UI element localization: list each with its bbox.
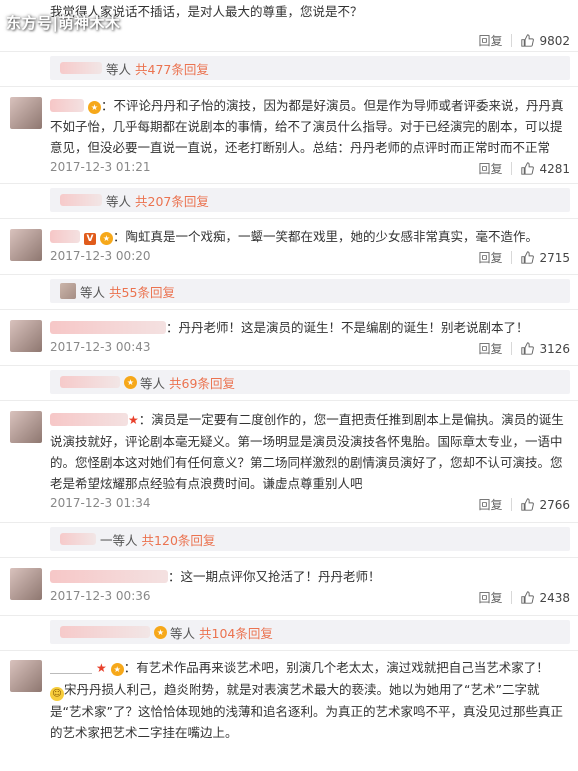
divider — [511, 591, 513, 604]
medal-icon: ★ — [154, 625, 167, 639]
like-count: 2766 — [539, 497, 570, 512]
divider — [511, 251, 513, 264]
blurred-username[interactable] — [50, 99, 84, 112]
thumbs-up-icon — [521, 342, 535, 355]
avatar[interactable] — [10, 660, 42, 692]
medal-icon: ★ — [87, 101, 101, 114]
avatar[interactable] — [10, 568, 42, 600]
thumbs-up-icon — [521, 34, 535, 47]
avatar[interactable] — [10, 320, 42, 352]
like-count: 9802 — [539, 33, 570, 48]
view-replies-link[interactable]: 共55条回复 — [109, 282, 175, 301]
like-count: 4281 — [539, 161, 570, 176]
comment-item: ：这一期点评你又抢活了！丹丹老师！ 2017-12-3 00:36 回复 243… — [0, 558, 578, 616]
comment-text: 丹丹老师！这是演员的诞生！不是编剧的诞生！别老说剧本了！ — [178, 320, 529, 335]
subreply-summary[interactable]: 等人 共207条回复 — [50, 188, 570, 212]
comment-time: 2017-12-3 00:20 — [50, 249, 151, 263]
comment-time: 2017-12-3 01:34 — [50, 496, 151, 510]
subreply-summary[interactable]: ★ 等人 共104条回复 — [50, 620, 570, 644]
medal-icon: ★ — [124, 375, 137, 389]
blurred-username — [60, 533, 96, 545]
blurred-username[interactable] — [50, 661, 92, 674]
comment-item: ：丹丹老师！这是演员的诞生！不是编剧的诞生！别老说剧本了！ 2017-12-3 … — [0, 310, 578, 366]
divider — [511, 342, 513, 355]
comment-item: V ★ ：陶虹真是一个戏痴，一颦一笑都在戏里，她的少女感非常真实，毫不造作。 20… — [0, 219, 578, 275]
star-icon: ★ — [95, 661, 107, 675]
comment-time: 2017-12-3 00:36 — [50, 589, 151, 603]
reply-button[interactable]: 回复 — [478, 589, 502, 606]
reply-button[interactable]: 回复 — [478, 496, 502, 513]
thumbs-up-icon — [521, 498, 535, 511]
view-replies-link[interactable]: 共477条回复 — [135, 59, 209, 78]
divider — [511, 498, 513, 511]
like-button[interactable]: 4281 — [521, 162, 570, 176]
thumbs-up-icon — [521, 162, 535, 175]
blurred-username[interactable] — [50, 413, 128, 426]
reply-button[interactable]: 回复 — [478, 249, 502, 266]
watermark: 东方号|萌神木木 — [6, 14, 121, 32]
comment-item: ★ ★ ：有艺术作品再来谈艺术吧，别演几个老太太，演过戏就把自己当艺术家了！ ☺ 宋… — [0, 651, 578, 761]
like-count: 2715 — [539, 250, 570, 265]
comment-text: 这一期点评你又抢活了！丹丹老师！ — [180, 569, 381, 584]
emoji-icon: ☺ — [50, 687, 64, 701]
comment-text: 陶虹真是一个戏痴，一颦一笑都在戏里，她的少女感非常真实，毫不造作。 — [125, 229, 538, 244]
comment-time: 2017-12-3 01:21 — [50, 160, 151, 174]
subreply-summary[interactable]: 等人 共55条回复 — [50, 279, 570, 303]
subreply-summary[interactable]: 一等人 共120条回复 — [50, 527, 570, 551]
comment-text: 宋丹丹损人利己，趋炎附势，就是对表演艺术最大的亵渎。她以为她用了“艺术”二字就是… — [50, 682, 563, 740]
comment-item: ★ ：不评论丹丹和子怡的演技，因为都是好演员。但是作为导师或者评委来说，丹丹真不如… — [0, 87, 578, 184]
star-icon: ★ — [128, 413, 139, 427]
blurred-username — [60, 626, 150, 638]
blurred-username[interactable] — [50, 230, 80, 243]
blurred-username[interactable] — [50, 321, 166, 334]
reply-button[interactable]: 回复 — [478, 340, 502, 357]
subreply-summary[interactable]: ★ 等人 共69条回复 — [50, 370, 570, 394]
like-button[interactable]: 2715 — [521, 251, 570, 265]
avatar[interactable] — [10, 229, 42, 261]
comment-text: 有艺术作品再来谈艺术吧，别演几个老太太，演过戏就把自己当艺术家了！ — [136, 660, 549, 675]
blurred-username — [60, 376, 120, 388]
subreply-summary[interactable]: 等人 共477条回复 — [50, 56, 570, 80]
thumbs-up-icon — [521, 591, 535, 604]
view-replies-link[interactable]: 共69条回复 — [169, 373, 235, 392]
vip-badge-icon: V — [83, 233, 96, 245]
view-replies-link[interactable]: 共207条回复 — [135, 191, 209, 210]
divider — [511, 34, 513, 47]
like-button[interactable]: 2438 — [521, 591, 570, 605]
like-button[interactable]: 2766 — [521, 498, 570, 512]
like-button[interactable]: 3126 — [521, 342, 570, 356]
comment-item: ★：演员是一定要有二度创作的，您一直把责任推到剧本上是偏执。演员的诞生说演技就好… — [0, 401, 578, 523]
blurred-username[interactable] — [50, 570, 168, 583]
avatar[interactable] — [10, 411, 42, 443]
avatar[interactable] — [10, 97, 42, 129]
divider — [511, 162, 513, 175]
view-replies-link[interactable]: 共104条回复 — [199, 623, 273, 642]
blurred-username — [60, 194, 102, 206]
thumbs-up-icon — [521, 251, 535, 264]
like-count: 3126 — [539, 341, 570, 356]
view-replies-link[interactable]: 共120条回复 — [142, 530, 216, 549]
comment-text: 不评论丹丹和子怡的演技，因为都是好演员。但是作为导师或者评委来说，丹丹真不如子怡… — [50, 98, 564, 155]
mini-avatar — [60, 283, 76, 299]
like-count: 2438 — [539, 590, 570, 605]
comment-time: 2017-12-3 00:43 — [50, 340, 151, 354]
medal-icon: ★ — [99, 232, 113, 245]
blurred-username — [60, 62, 102, 74]
reply-button[interactable]: 回复 — [478, 32, 502, 49]
reply-button[interactable]: 回复 — [478, 160, 502, 177]
medal-icon: ★ — [110, 663, 124, 676]
like-button[interactable]: 9802 — [521, 34, 570, 48]
